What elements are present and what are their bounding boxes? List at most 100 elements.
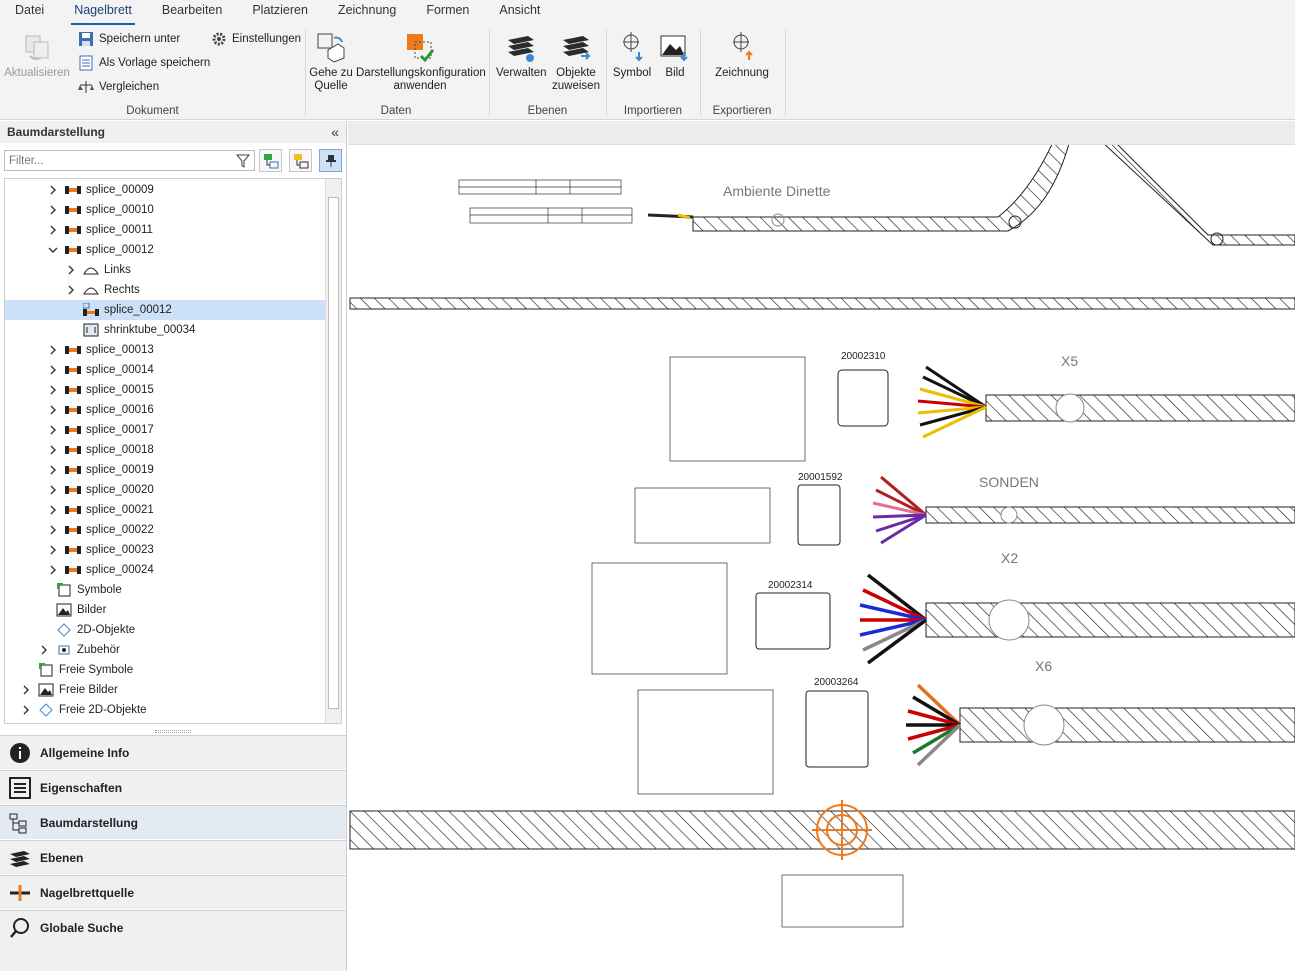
connector-x6[interactable] [805, 690, 869, 768]
wire-table-x3[interactable] [634, 487, 771, 544]
chevron-right-icon[interactable] [47, 224, 59, 236]
chevron-right-icon[interactable] [47, 384, 59, 396]
menu-ansicht[interactable]: Ansicht [484, 0, 555, 26]
wire-fan-x2[interactable] [859, 573, 928, 665]
chevron-right-icon[interactable] [47, 504, 59, 516]
tree-item[interactable]: splice_00017 [5, 420, 325, 440]
bundle-marker[interactable] [1055, 393, 1085, 423]
tree-item[interactable]: Freie Symbole [5, 660, 325, 680]
wire-table-x6[interactable] [637, 689, 774, 795]
tree-item[interactable]: Symbole [5, 580, 325, 600]
chevron-right-icon[interactable] [20, 684, 32, 696]
nav-allgemeine-info[interactable]: Allgemeine Info [0, 735, 346, 769]
menu-platzieren[interactable]: Platzieren [237, 0, 323, 26]
collapse-all-button[interactable] [289, 149, 312, 172]
wire-table-ls[interactable] [458, 179, 633, 224]
chevron-right-icon[interactable] [47, 344, 59, 356]
import-bild-button[interactable]: Bild [655, 30, 695, 80]
tree-item[interactable]: splice_00020 [5, 480, 325, 500]
scrollbar-thumb[interactable] [328, 197, 339, 709]
bundle-x2[interactable] [925, 602, 1295, 638]
einstellungen-button[interactable]: Einstellungen [211, 29, 301, 49]
tree-item[interactable]: splice_00009 [5, 180, 325, 200]
tree-item[interactable]: Bilder [5, 600, 325, 620]
bundle-marker[interactable] [988, 599, 1030, 641]
tree-item[interactable]: Freie 2D-Objekte [5, 700, 325, 720]
chevron-right-icon[interactable] [47, 524, 59, 536]
nav-baumdarstellung[interactable]: Baumdarstellung [0, 805, 346, 839]
bundle-marker[interactable] [1000, 506, 1018, 524]
tree-item[interactable]: Links [5, 260, 325, 280]
chevron-right-icon[interactable] [65, 264, 77, 276]
nav-nagelbrettquelle[interactable]: Nagelbrettquelle [0, 875, 346, 909]
bundle-x5[interactable] [985, 394, 1295, 422]
tree-item[interactable]: splice_00013 [5, 340, 325, 360]
tree-view[interactable]: splice_00009 splice_00010 splice_00011 spli… [4, 178, 342, 724]
als-vorlage-button[interactable]: Als Vorlage speichern [78, 53, 210, 73]
speichern-unter-button[interactable]: Speichern unter [78, 29, 180, 49]
bundle-top-right[interactable] [1100, 145, 1295, 246]
menu-bearbeiten[interactable]: Bearbeiten [147, 0, 237, 26]
pin-button[interactable] [319, 149, 342, 172]
wire-table-x5[interactable] [669, 356, 806, 462]
verwalten-button[interactable]: Verwalten [496, 30, 547, 80]
menu-datei[interactable]: Datei [0, 0, 59, 26]
tree-item[interactable]: splice_00021 [5, 500, 325, 520]
menu-zeichnung[interactable]: Zeichnung [323, 0, 411, 26]
tree-item[interactable]: splice_00012 [5, 240, 325, 260]
main-bundle-1[interactable] [349, 297, 1295, 310]
chevron-right-icon[interactable] [47, 484, 59, 496]
tree-item[interactable]: splice_00024 [5, 560, 325, 580]
chevron-right-icon[interactable] [38, 644, 50, 656]
tree-item[interactable]: Rechts [5, 280, 325, 300]
wire-fan-x6[interactable] [906, 683, 962, 767]
aktualisieren-button[interactable]: Aktualisieren [4, 30, 70, 80]
tree-item[interactable]: shrinktube_00034 [5, 320, 325, 340]
tree-item[interactable]: Freie Bilder [5, 680, 325, 700]
tree-scrollbar[interactable] [325, 179, 341, 723]
import-symbol-button[interactable]: Symbol [611, 30, 653, 80]
chevron-right-icon[interactable] [65, 284, 77, 296]
harness-drawing[interactable]: Ambiente Dinette X5 20002310 SONDEN 2000… [348, 145, 1295, 971]
bundle-sonden[interactable] [925, 506, 1295, 524]
chevron-right-icon[interactable] [47, 404, 59, 416]
objekte-zuweisen-button[interactable]: Objekte zuweisen [550, 30, 602, 93]
darstellungskonfiguration-button[interactable]: Darstellungskonfiguration anwenden [356, 30, 486, 93]
tree-item[interactable]: splice_00015 [5, 380, 325, 400]
chevron-right-icon[interactable] [47, 364, 59, 376]
collapse-panel-button[interactable]: « [331, 124, 339, 140]
chevron-right-icon[interactable] [47, 204, 59, 216]
tree-item[interactable]: splice_00010 [5, 200, 325, 220]
nav-globale-suche[interactable]: Globale Suche [0, 910, 346, 945]
menu-formen[interactable]: Formen [411, 0, 484, 26]
nailboard-canvas[interactable]: Ambiente Dinette X5 20002310 SONDEN 2000… [348, 121, 1295, 971]
funnel-icon[interactable] [236, 154, 250, 168]
wire-fan-x5[interactable] [917, 365, 987, 439]
tree-item[interactable]: splice_00016 [5, 400, 325, 420]
splitter-handle[interactable] [155, 730, 191, 733]
chevron-right-icon[interactable] [20, 704, 32, 716]
tree-item[interactable]: splice_00018 [5, 440, 325, 460]
wire-table-x2[interactable] [591, 562, 728, 675]
nav-eigenschaften[interactable]: Eigenschaften [0, 770, 346, 804]
chevron-down-icon[interactable] [47, 244, 59, 256]
tree-item[interactable]: splice_00014 [5, 360, 325, 380]
connector-x2[interactable] [755, 592, 831, 650]
tree-item[interactable]: splice_00011 [5, 220, 325, 240]
filter-input[interactable] [4, 150, 255, 171]
vergleichen-button[interactable]: Vergleichen [78, 77, 159, 97]
chevron-right-icon[interactable] [47, 184, 59, 196]
tree-item[interactable]: splice_00022 [5, 520, 325, 540]
menu-nagelbrett[interactable]: Nagelbrett [59, 0, 147, 26]
chevron-right-icon[interactable] [47, 424, 59, 436]
connector-sonden[interactable] [797, 484, 841, 546]
tree-item[interactable]: splice_00019 [5, 460, 325, 480]
chevron-right-icon[interactable] [47, 464, 59, 476]
nav-ebenen[interactable]: Ebenen [0, 840, 346, 874]
wire-fan-sonden[interactable] [872, 475, 927, 545]
tree-item[interactable]: splice_00023 [5, 540, 325, 560]
gehe-zu-quelle-button[interactable]: Gehe zu Quelle [308, 30, 354, 93]
tree-item[interactable]: splice_00012 [5, 300, 325, 320]
export-zeichnung-button[interactable]: Zeichnung [713, 30, 771, 80]
wire-table-splice[interactable] [781, 874, 904, 928]
